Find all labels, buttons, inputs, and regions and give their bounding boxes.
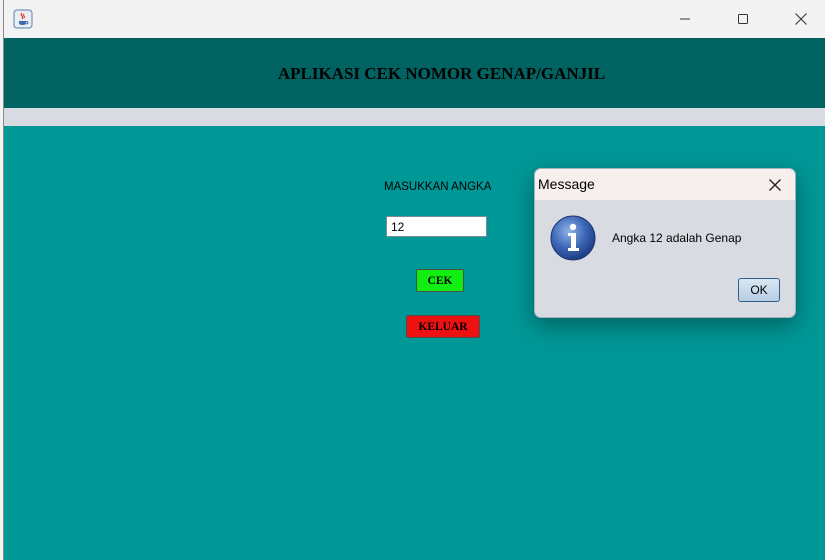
- maximize-button[interactable]: [720, 0, 766, 38]
- info-icon: [549, 214, 597, 262]
- close-icon: [769, 179, 781, 191]
- close-icon: [795, 13, 807, 25]
- ok-button[interactable]: OK: [738, 278, 780, 302]
- dialog-titlebar[interactable]: Message: [535, 169, 795, 200]
- keluar-button[interactable]: KELUAR: [406, 315, 480, 338]
- dialog-close-button[interactable]: [761, 172, 789, 198]
- app-header: APLIKASI CEK NOMOR GENAP/GANJIL: [4, 38, 825, 108]
- maximize-icon: [738, 14, 748, 24]
- minimize-icon: [680, 18, 690, 20]
- number-input[interactable]: [386, 216, 487, 237]
- input-label: MASUKKAN ANGKA: [384, 181, 492, 193]
- cek-button[interactable]: CEK: [416, 269, 464, 292]
- java-app-icon[interactable]: [13, 9, 33, 29]
- dialog-title: Message: [538, 176, 595, 192]
- header-divider: [4, 108, 825, 126]
- app-window: APLIKASI CEK NOMOR GENAP/GANJIL MASUKKAN…: [3, 0, 825, 560]
- message-dialog: Message Angka 12 adalah Genap OK: [534, 168, 796, 318]
- minimize-button[interactable]: [662, 0, 708, 38]
- dialog-message: Angka 12 adalah Genap: [612, 231, 742, 245]
- app-title: APLIKASI CEK NOMOR GENAP/GANJIL: [277, 64, 606, 83]
- window-titlebar[interactable]: [4, 0, 825, 38]
- close-button[interactable]: [778, 0, 824, 38]
